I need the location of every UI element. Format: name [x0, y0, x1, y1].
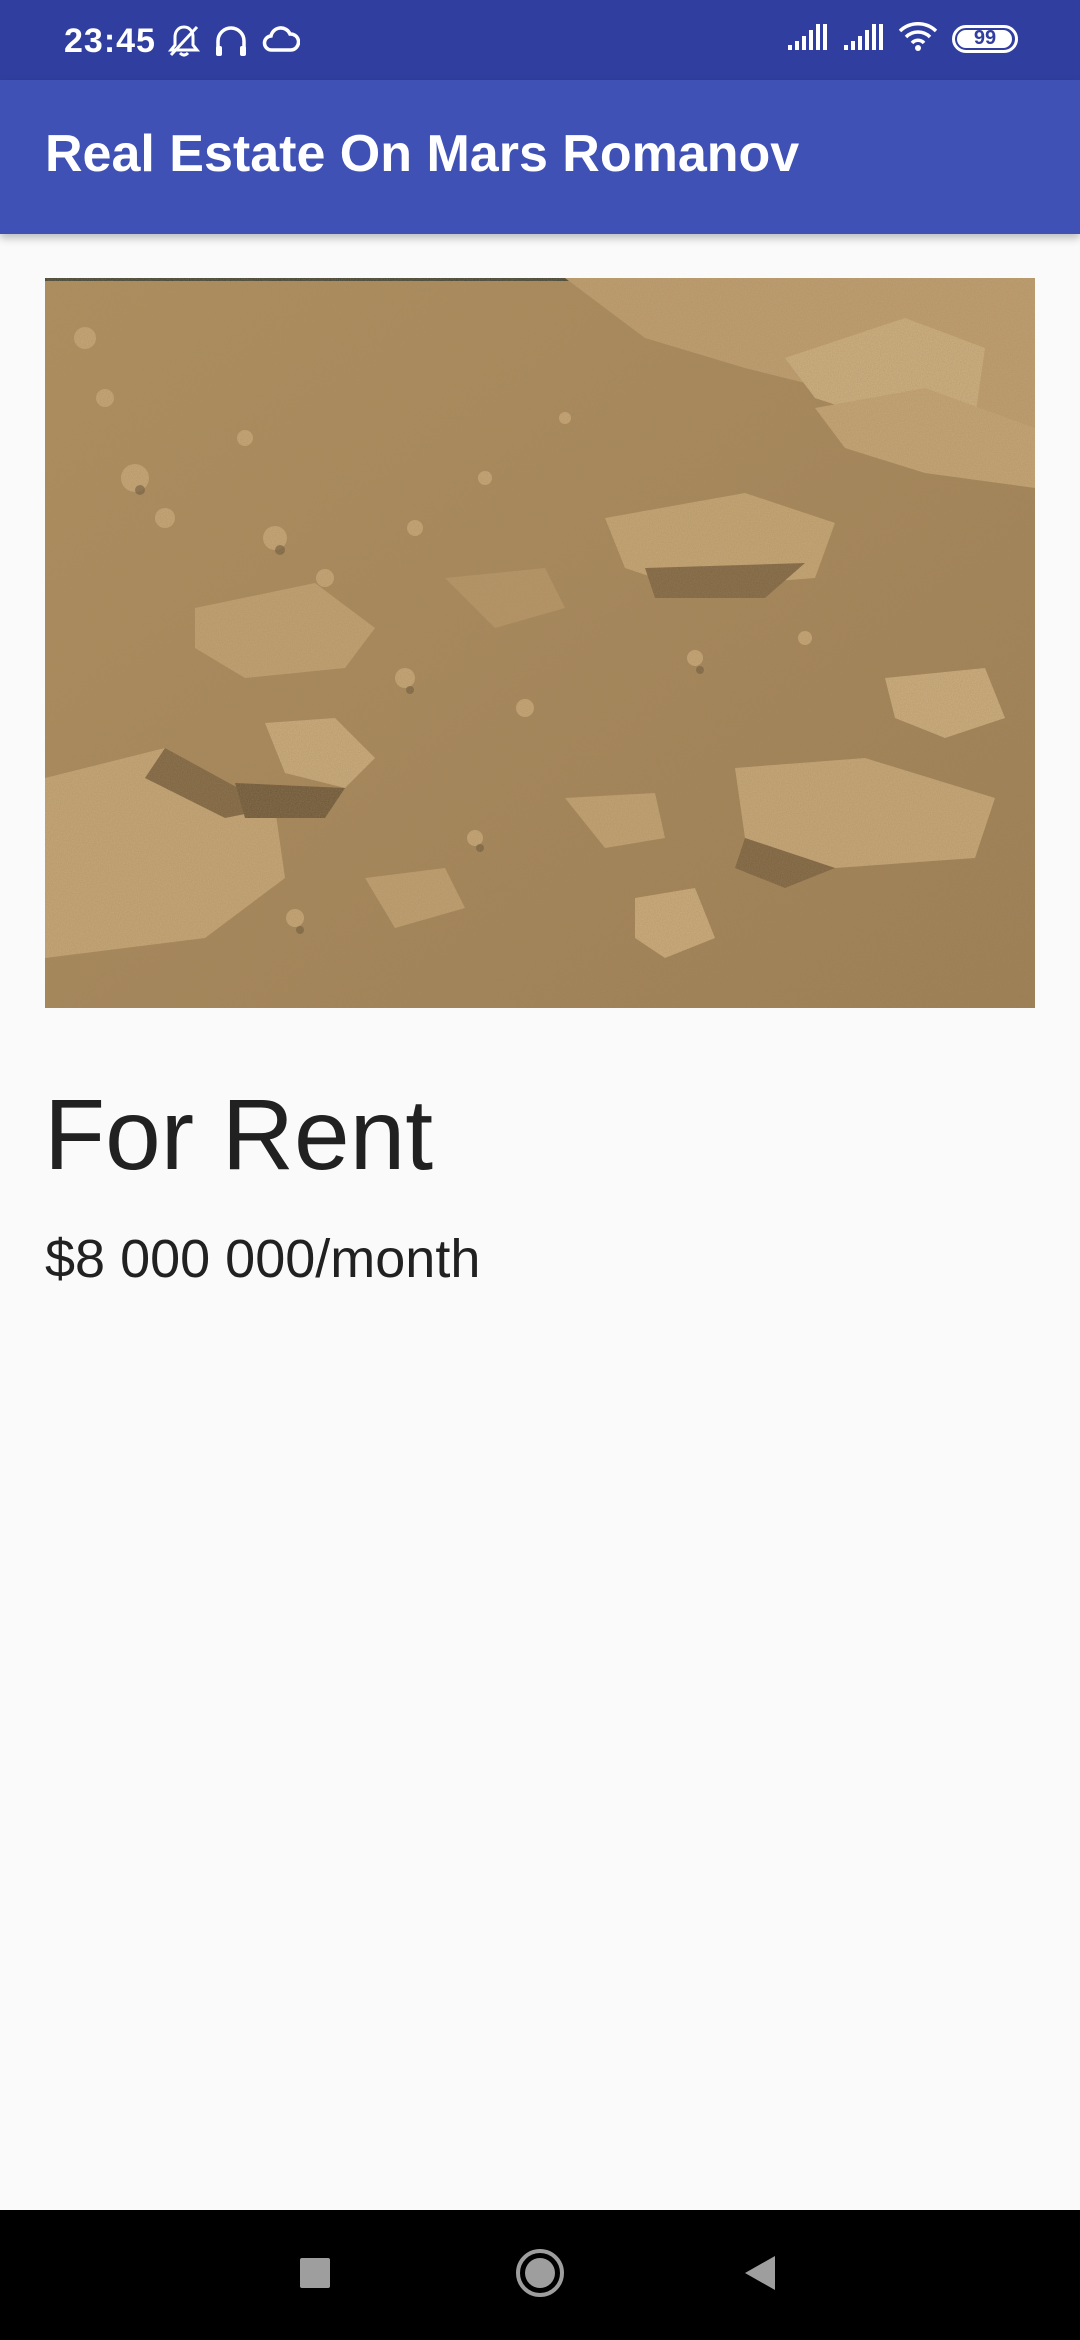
status-right-icons: 99	[786, 20, 1018, 57]
app-title: Real Estate On Mars Romanov	[45, 125, 800, 183]
wifi-icon	[898, 20, 938, 57]
app-bar: Real Estate On Mars Romanov	[0, 80, 1080, 234]
recents-square-icon	[298, 2256, 332, 2295]
signal-icon	[786, 21, 828, 56]
listing-price: $8 000 000/month	[45, 1229, 481, 1289]
status-bar: 23:45 99	[0, 0, 1080, 80]
back-triangle-icon	[742, 2253, 778, 2298]
bell-off-icon	[167, 24, 201, 63]
back-button[interactable]	[700, 2210, 820, 2340]
cloud-icon	[262, 24, 301, 63]
listing-type: For Rent	[44, 1079, 434, 1191]
battery-level: 99	[973, 27, 997, 49]
headphones-icon	[214, 24, 248, 63]
navigation-bar	[0, 2210, 1080, 2340]
signal-icon	[842, 21, 884, 56]
status-left-icons	[167, 24, 301, 63]
battery-icon: 99	[952, 24, 1018, 53]
home-circle-icon	[514, 2247, 566, 2304]
status-time: 23:45	[64, 22, 156, 60]
property-photo[interactable]	[45, 278, 1035, 1008]
home-button[interactable]	[480, 2210, 600, 2340]
recents-button[interactable]	[255, 2210, 375, 2340]
